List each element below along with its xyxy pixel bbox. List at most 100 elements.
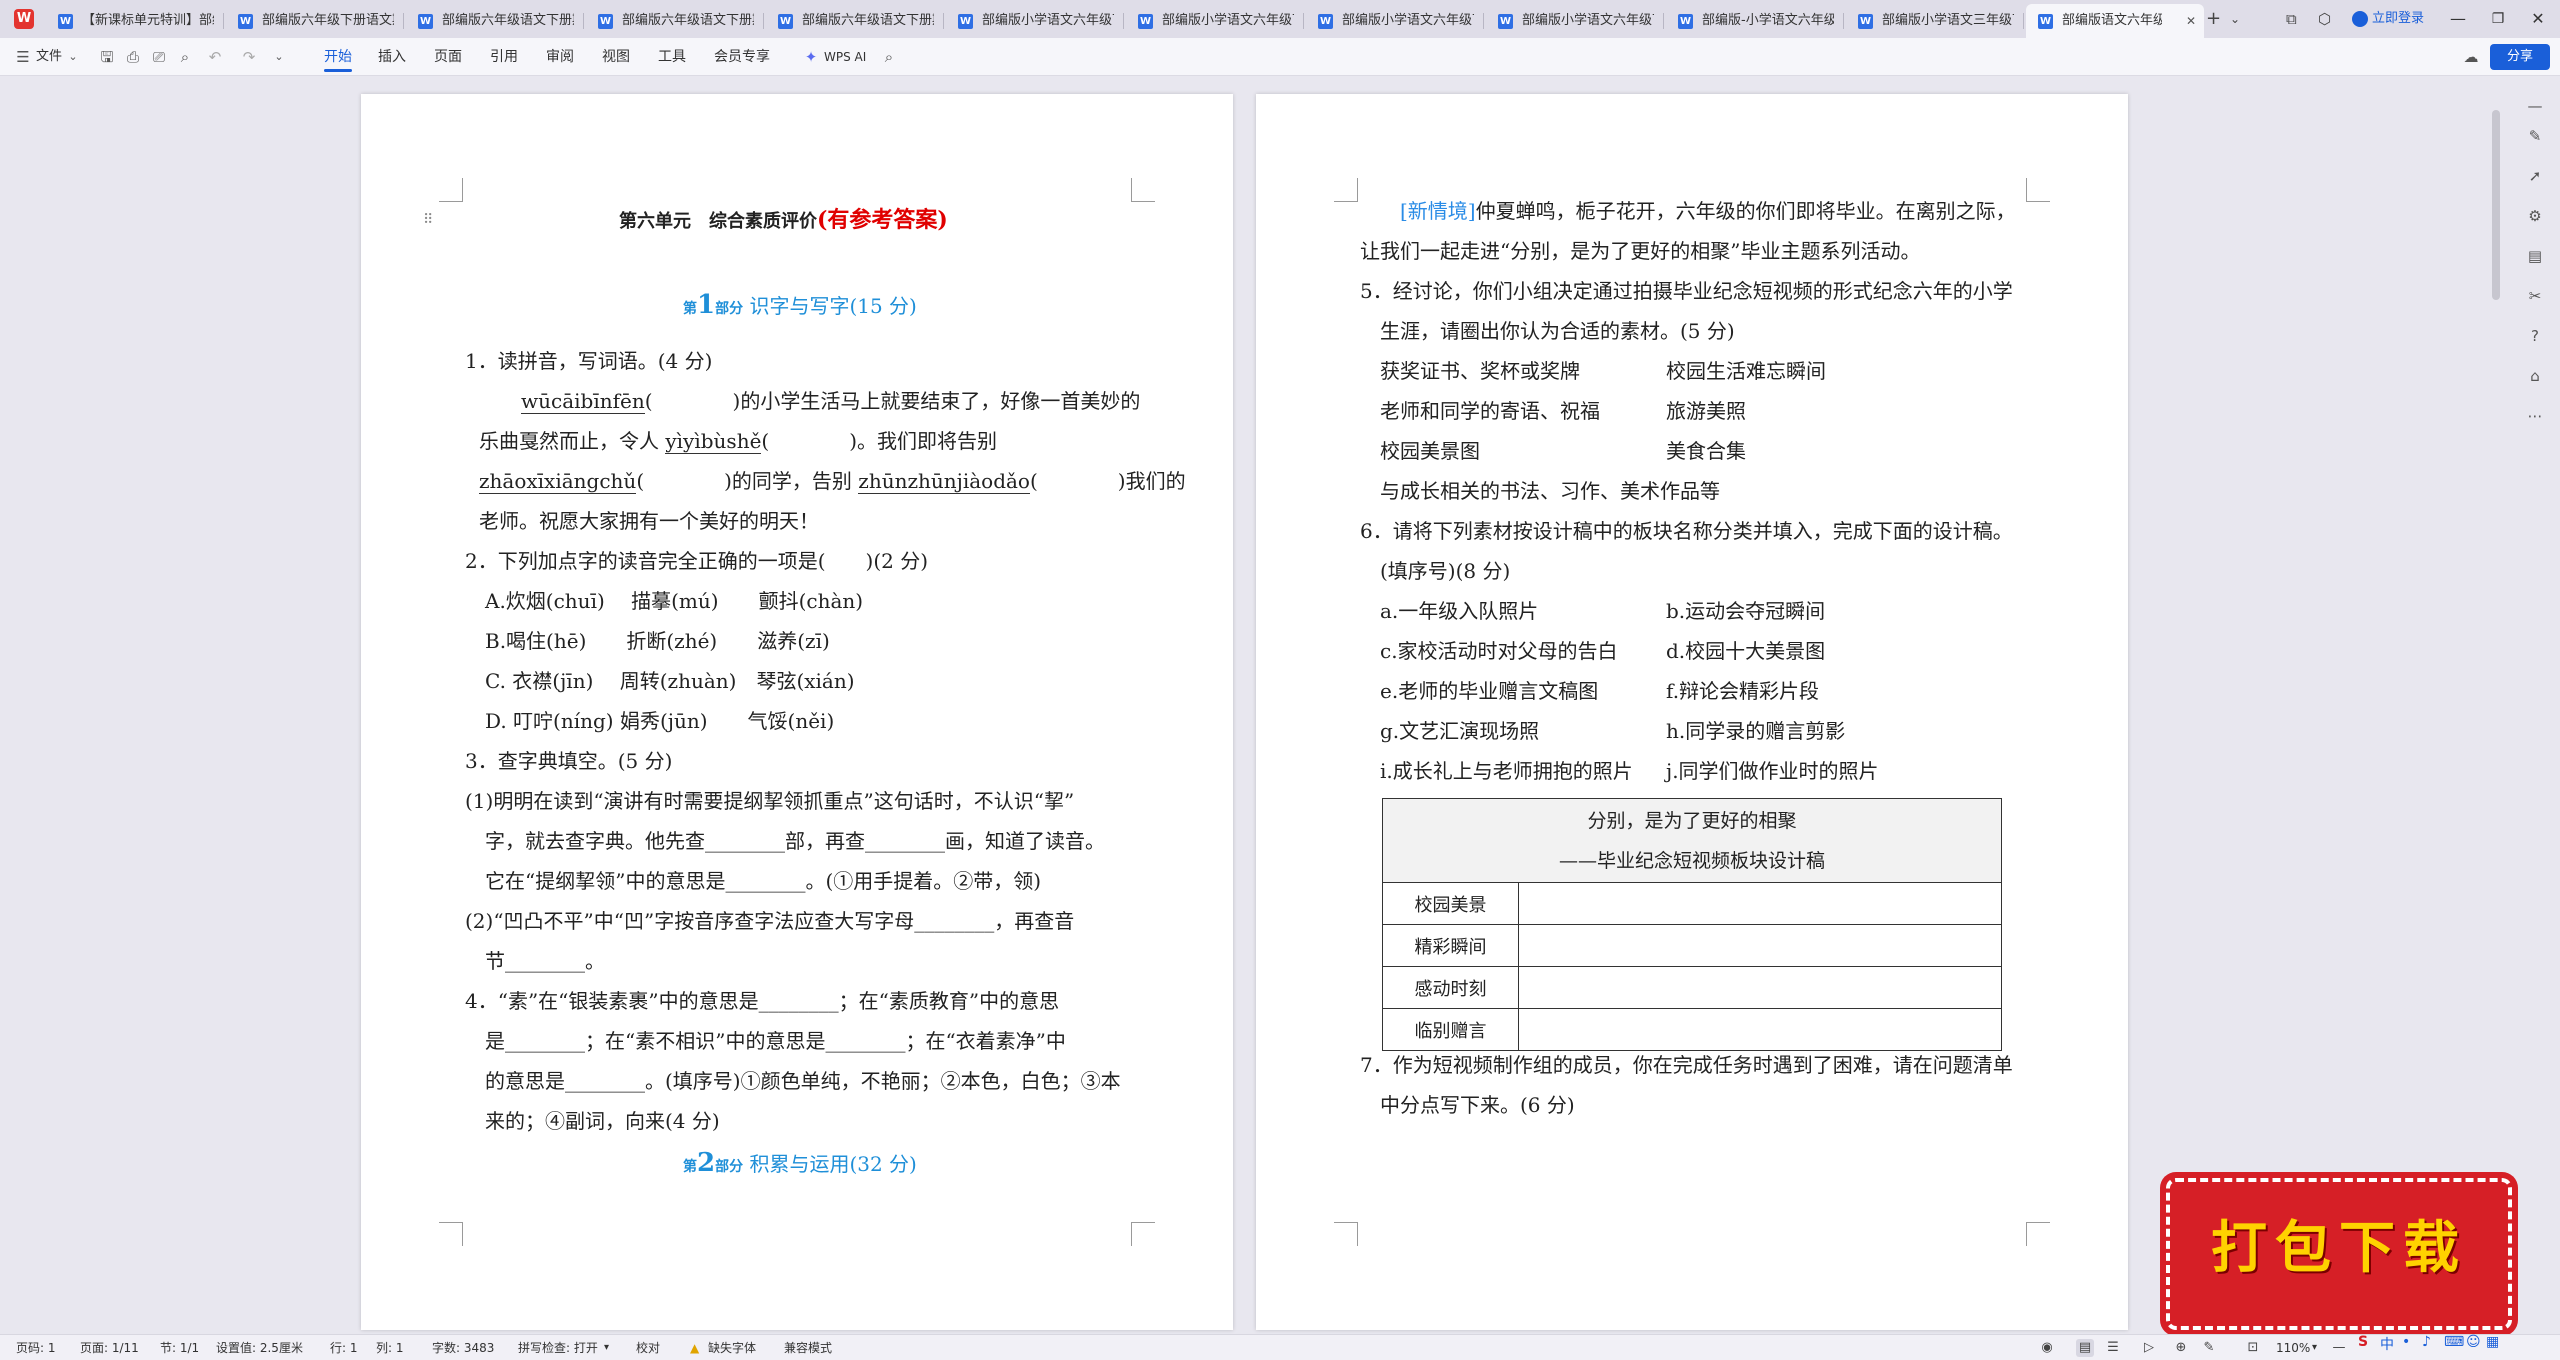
- eye-protect-icon[interactable]: ◉: [2038, 1339, 2056, 1357]
- document-tab[interactable]: W 部编版小学语文三年级下: [1846, 4, 2024, 38]
- ribbon-tab-references[interactable]: 引用: [490, 38, 518, 76]
- play-icon[interactable]: ▷: [2140, 1339, 2158, 1357]
- sogou-logo-icon[interactable]: S: [2358, 1334, 2368, 1350]
- zoom-out-icon[interactable]: —: [2330, 1339, 2348, 1357]
- restore-icon[interactable]: ❐: [2478, 5, 2518, 33]
- wps-ai-button[interactable]: WPS AI: [824, 38, 866, 76]
- cloud-sync-icon[interactable]: ☁: [2462, 48, 2480, 66]
- document-tab[interactable]: W 部编版六年级语文下册期: [406, 4, 584, 38]
- q6-option: j.同学们做作业时的照片: [1666, 759, 1879, 783]
- web-view-icon[interactable]: ⊕: [2172, 1339, 2190, 1357]
- status-spell-check[interactable]: 拼写检查: 打开: [518, 1335, 598, 1360]
- outline-view-icon[interactable]: ☰: [2104, 1339, 2122, 1357]
- file-menu[interactable]: 文件: [36, 38, 62, 76]
- status-setting[interactable]: 设置值: 2.5厘米: [216, 1335, 303, 1360]
- ime-mode[interactable]: 中: [2380, 1334, 2394, 1354]
- print-icon[interactable]: ⎚: [150, 48, 168, 66]
- punctuation-icon[interactable]: •: [2402, 1334, 2410, 1350]
- answer-cell[interactable]: [1518, 924, 2002, 967]
- collapse-icon[interactable]: —: [2525, 96, 2545, 116]
- shirt-icon[interactable]: ⌂: [2525, 366, 2545, 386]
- ribbon-tab-home[interactable]: 开始: [324, 38, 352, 76]
- close-window-icon[interactable]: ✕: [2518, 5, 2558, 33]
- print-preview-icon[interactable]: ⌕: [176, 48, 194, 66]
- fit-page-icon[interactable]: ⊡: [2244, 1339, 2262, 1357]
- tools-icon[interactable]: ✂: [2525, 286, 2545, 306]
- status-col[interactable]: 列: 1: [376, 1335, 404, 1360]
- menu-icon[interactable]: ☰: [14, 48, 32, 66]
- tab-bar: W W 【新课标单元特训】部编 W 部编版六年级下册语文期 W 部编版六年级语文下册期…: [0, 0, 2560, 38]
- title-main: 第六单元 综合素质评价: [619, 211, 817, 232]
- q5-item: 旅游美照: [1666, 399, 1746, 423]
- ribbon-tab-view[interactable]: 视图: [602, 38, 630, 76]
- document-tab[interactable]: W 部编版小学语文六年级下: [1486, 4, 1664, 38]
- q2-option-d: D. 叮咛(níng) 娟秀(jūn) 气馁(něi): [485, 709, 835, 733]
- minimize-icon[interactable]: —: [2438, 5, 2478, 33]
- login-button[interactable]: 立即登录: [2352, 8, 2424, 30]
- document-tab[interactable]: W 部编版小学语文六年级下: [1306, 4, 1484, 38]
- document-tab[interactable]: W 部编版六年级下册语文期: [226, 4, 404, 38]
- status-missing-font[interactable]: 缺失字体: [708, 1335, 756, 1360]
- new-tab-icon[interactable]: +: [2206, 6, 2221, 32]
- drag-handle-icon[interactable]: ⠿: [423, 212, 433, 228]
- answer-cell[interactable]: [1518, 882, 2002, 925]
- answer-cell[interactable]: [1518, 966, 2002, 1009]
- status-page-number[interactable]: 页码: 1: [16, 1335, 56, 1360]
- status-row[interactable]: 行: 1: [330, 1335, 358, 1360]
- save-icon[interactable]: 🖫: [98, 48, 116, 66]
- status-section[interactable]: 节: 1/1: [160, 1335, 199, 1360]
- format-icon[interactable]: ▤: [2525, 246, 2545, 266]
- document-tab-active[interactable]: W 部编版语文六年级 ✕: [2026, 4, 2204, 38]
- ribbon-tab-tools[interactable]: 工具: [658, 38, 686, 76]
- ribbon-tab-insert[interactable]: 插入: [378, 38, 406, 76]
- pen-icon[interactable]: ✎: [2525, 126, 2545, 146]
- edit-view-icon[interactable]: ✎: [2200, 1339, 2218, 1357]
- ribbon-tab-review[interactable]: 审阅: [546, 38, 574, 76]
- document-tab[interactable]: W 部编版-小学语文六年级下: [1666, 4, 1844, 38]
- answer-cell[interactable]: [1518, 1008, 2002, 1051]
- status-compat-mode[interactable]: 兼容模式: [784, 1335, 832, 1360]
- status-word-count[interactable]: 字数: 3483: [432, 1335, 494, 1360]
- help-icon[interactable]: ?: [2525, 326, 2545, 346]
- document-tab[interactable]: W 【新课标单元特训】部编: [46, 4, 224, 38]
- grid-icon[interactable]: ▦: [2486, 1334, 2499, 1350]
- document-tab[interactable]: W 部编版小学语文六年级下: [1126, 4, 1304, 38]
- zoom-level[interactable]: 110%: [2276, 1335, 2310, 1360]
- page-view-icon[interactable]: ▤: [2076, 1339, 2094, 1357]
- intro-line-2: 让我们一起走进“分别，是为了更好的相聚”毕业主题系列活动。: [1360, 239, 1921, 263]
- close-tab-icon[interactable]: ✕: [2186, 4, 2196, 38]
- status-pages[interactable]: 页面: 1/11: [80, 1335, 139, 1360]
- cursor-icon[interactable]: ➚: [2525, 166, 2545, 186]
- chevron-down-icon[interactable]: ⌄: [270, 48, 288, 66]
- tab-list-chevron-icon[interactable]: ⌄: [2230, 6, 2240, 32]
- window-layout-icon[interactable]: ⧉: [2286, 6, 2297, 32]
- tab-label: 部编版六年级语文下册期: [622, 13, 754, 28]
- user-icon[interactable]: ☺: [2466, 1334, 2481, 1350]
- cube-icon[interactable]: ⬡: [2318, 6, 2331, 32]
- download-banner[interactable]: 打包下载: [2166, 1178, 2512, 1330]
- adjust-icon[interactable]: ⚙: [2525, 206, 2545, 226]
- vertical-scrollbar[interactable]: [2492, 110, 2500, 300]
- chevron-down-icon[interactable]: ▾: [604, 1335, 609, 1360]
- wps-logo-icon[interactable]: W: [14, 9, 34, 29]
- share-button[interactable]: 分享: [2490, 44, 2550, 70]
- crop-mark: [2026, 1222, 2050, 1246]
- chevron-down-icon[interactable]: ▾: [2312, 1335, 2317, 1360]
- export-pdf-icon[interactable]: ⎙: [124, 48, 142, 66]
- document-tab[interactable]: W 部编版小学语文六年级下: [946, 4, 1124, 38]
- redo-icon[interactable]: ↷: [240, 48, 258, 66]
- ribbon-tab-page[interactable]: 页面: [434, 38, 462, 76]
- chevron-down-icon[interactable]: ⌄: [64, 48, 82, 66]
- more-icon[interactable]: ⋯: [2525, 406, 2545, 426]
- keyboard-icon[interactable]: ⌨: [2444, 1334, 2464, 1350]
- microphone-icon[interactable]: ♪: [2422, 1334, 2431, 1350]
- word-doc-icon: W: [1498, 14, 1513, 29]
- document-tab[interactable]: W 部编版六年级语文下册期: [766, 4, 944, 38]
- search-icon[interactable]: ⌕: [880, 48, 898, 66]
- tab-label: 部编版小学语文六年级下: [1522, 13, 1654, 28]
- undo-icon[interactable]: ↶: [206, 48, 224, 66]
- ribbon-tab-member[interactable]: 会员专享: [714, 38, 770, 76]
- q6-option: i.成长礼上与老师拥抱的照片: [1380, 759, 1633, 783]
- document-tab[interactable]: W 部编版六年级语文下册期: [586, 4, 764, 38]
- status-proofread[interactable]: 校对: [636, 1335, 660, 1360]
